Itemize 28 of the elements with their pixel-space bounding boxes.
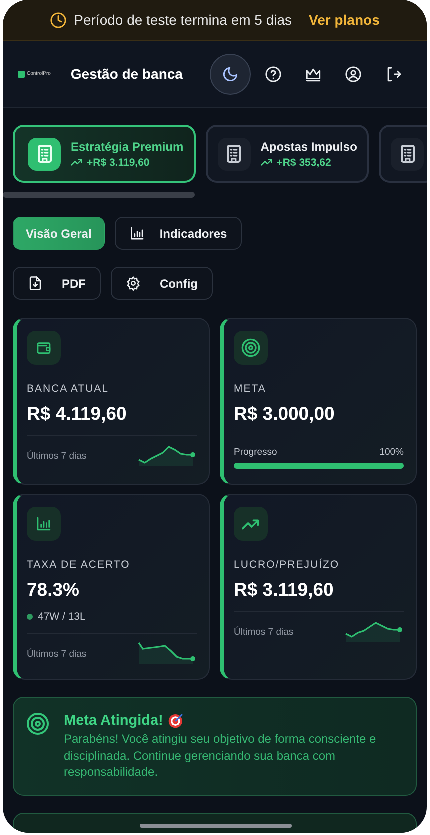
strategy-name: Apostas Impulso xyxy=(260,140,358,154)
period-label: Últimos 7 dias xyxy=(27,450,87,462)
card-value: R$ 3.119,60 xyxy=(234,579,335,601)
card-label: TAXA DE ACERTO xyxy=(27,559,132,571)
strategy-card[interactable]: Apostas Impulso +R$ 353,62 xyxy=(206,125,370,183)
config-button[interactable]: Config xyxy=(111,267,213,300)
card-label: BANCA ATUAL xyxy=(27,383,110,395)
card-value: R$ 3.000,00 xyxy=(234,403,336,425)
alert-title: Meta Atingida! xyxy=(64,712,164,728)
alert-message: Parabéns! Você atingiu seu objetivo de forma consciente e disciplinada. Continue gerenciando sua banca com responsabilidade. xyxy=(64,731,378,780)
strategy-card[interactable]: Estratégia Premium +R$ 3.119,60 xyxy=(13,125,196,183)
card-label: META xyxy=(234,383,268,395)
tab[interactable]: Indicadores xyxy=(114,217,242,250)
pdf-button[interactable]: PDF xyxy=(13,267,101,300)
card-label: LUCRO/PREJUÍZO xyxy=(234,559,341,571)
trial-message: Período de teste termina em 5 dias xyxy=(74,12,292,28)
strategy-profit: +R$ 353,62 xyxy=(276,156,332,168)
plans-link[interactable]: Ver planos xyxy=(309,12,380,28)
period-label: Últimos 7 dias xyxy=(27,648,87,660)
record-text: 47W / 13L xyxy=(38,611,86,623)
progress-label: Progresso xyxy=(234,447,278,458)
strategy-profit: +R$ 3.119,60 xyxy=(87,156,150,168)
page-title: Gestão de banca xyxy=(70,66,184,82)
card-value: 78.3% xyxy=(27,579,80,601)
progress-percent: 100% xyxy=(380,447,404,458)
card-value: R$ 4.119,60 xyxy=(27,403,128,425)
period-label: Últimos 7 dias xyxy=(234,626,294,638)
strategy-name: Estratégia Premium xyxy=(71,140,184,154)
